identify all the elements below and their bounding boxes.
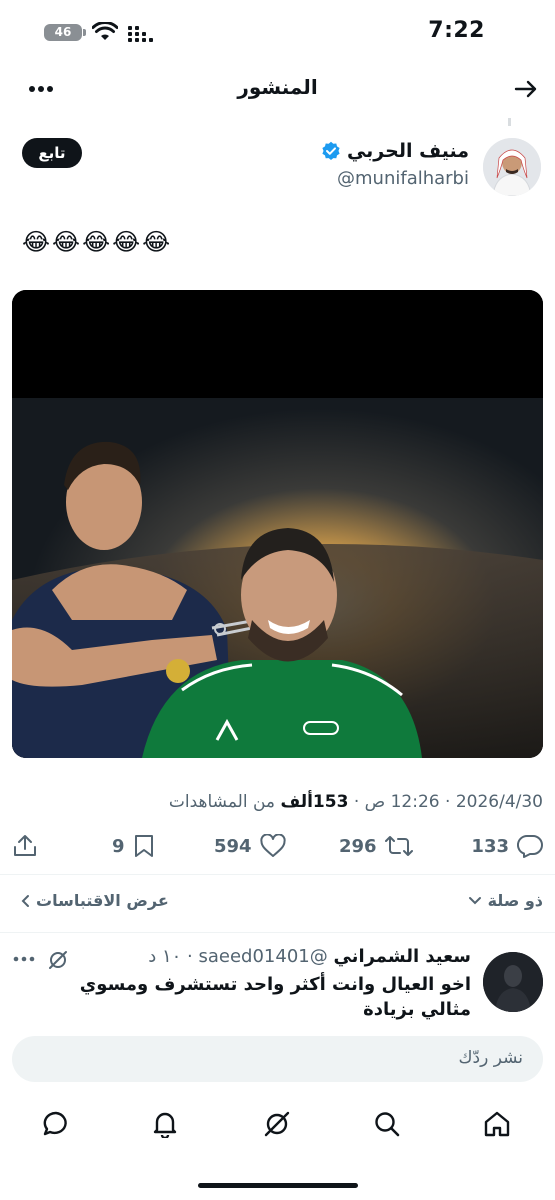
like-icon [259, 834, 286, 857]
verified-icon [322, 141, 340, 160]
share-button[interactable] [12, 834, 38, 858]
bookmark-button[interactable]: 9 [112, 834, 155, 858]
search-icon [375, 1112, 400, 1137]
author-handle: @munifalharbi [337, 168, 469, 189]
view-quotes-label: عرض الاقتباسات [36, 891, 169, 910]
nav-home[interactable] [477, 1104, 517, 1144]
home-icon [484, 1111, 510, 1137]
more-icon [29, 86, 53, 92]
nav-notifications[interactable] [145, 1104, 185, 1144]
nav-search[interactable] [367, 1104, 407, 1144]
divider [0, 932, 555, 933]
status-time: 7:22 [428, 18, 485, 43]
grok-icon[interactable] [48, 950, 68, 970]
post-text: 😂😂😂😂😂 [22, 228, 173, 256]
reply-composer[interactable]: نشر ردّك [12, 1036, 543, 1082]
repost-button[interactable]: 296 [339, 834, 413, 858]
wifi-icon [92, 22, 118, 40]
reply-time: ١٠ د [148, 946, 182, 967]
bookmark-icon [134, 835, 153, 857]
bookmark-count: 9 [112, 835, 125, 857]
reply-avatar[interactable] [483, 952, 543, 1012]
views-count: 153ألف [280, 792, 349, 812]
back-button[interactable] [511, 74, 541, 104]
chevron-left-icon [21, 894, 29, 907]
author-name-row[interactable]: منيف الحربي [321, 140, 469, 162]
notifications-icon [153, 1112, 177, 1138]
post-time[interactable]: 12:26 ص [365, 792, 440, 812]
chevron-down-icon [468, 896, 481, 904]
like-count: 594 [214, 835, 252, 857]
divider [0, 874, 555, 875]
more-options-button[interactable] [26, 76, 56, 102]
reply-author-handle: @saeed01401 [198, 946, 328, 967]
author-avatar[interactable] [483, 138, 541, 196]
share-icon [14, 835, 36, 856]
reply-author-name[interactable]: سعيد الشمراني [333, 946, 471, 967]
action-bar: 133 296 594 9 [12, 834, 543, 864]
avatar-image [483, 952, 543, 1012]
bottom-nav [0, 1104, 555, 1144]
nav-messages[interactable] [36, 1104, 76, 1144]
reply-header: سعيد الشمراني @saeed01401 · ١٠ د [148, 946, 471, 967]
repost-icon [384, 836, 413, 856]
author-name: منيف الحربي [346, 140, 469, 162]
repost-count: 296 [339, 835, 377, 857]
reply-text: اخو العيال وانت أكثر واحد تستشرف ومسوي م… [79, 974, 471, 1020]
reply-placeholder: نشر ردّك [458, 1048, 523, 1068]
grok-icon [264, 1111, 290, 1137]
post-media[interactable] [12, 290, 543, 758]
reply-more-button[interactable] [12, 952, 36, 966]
thread-line [508, 118, 511, 126]
post-meta: 2026/4/30 · 12:26 ص · 153ألف من المشاهدا… [168, 792, 543, 812]
post-date[interactable]: 2026/4/30 [456, 792, 543, 812]
back-arrow-icon [514, 80, 537, 98]
home-indicator [198, 1183, 358, 1188]
relevance-label: ذو صلة [487, 891, 543, 910]
follow-button[interactable]: تابع [22, 138, 82, 168]
reply-button[interactable]: 133 [471, 834, 543, 858]
nav-grok[interactable] [257, 1104, 297, 1144]
reply-icon [517, 834, 543, 858]
more-icon [13, 956, 35, 962]
page-title: المنشور [237, 75, 318, 99]
reply-count: 133 [471, 835, 509, 857]
avatar-image [483, 138, 541, 196]
battery-indicator: 46 [44, 24, 86, 41]
view-quotes-link[interactable]: عرض الاقتباسات [20, 891, 169, 910]
messages-icon [43, 1111, 67, 1136]
like-button[interactable]: 594 [214, 834, 286, 858]
views-label: من المشاهدات [168, 792, 276, 812]
post-image [12, 290, 543, 758]
cellular-signal-icon [128, 26, 153, 42]
relevance-sort[interactable]: ذو صلة [468, 891, 543, 910]
